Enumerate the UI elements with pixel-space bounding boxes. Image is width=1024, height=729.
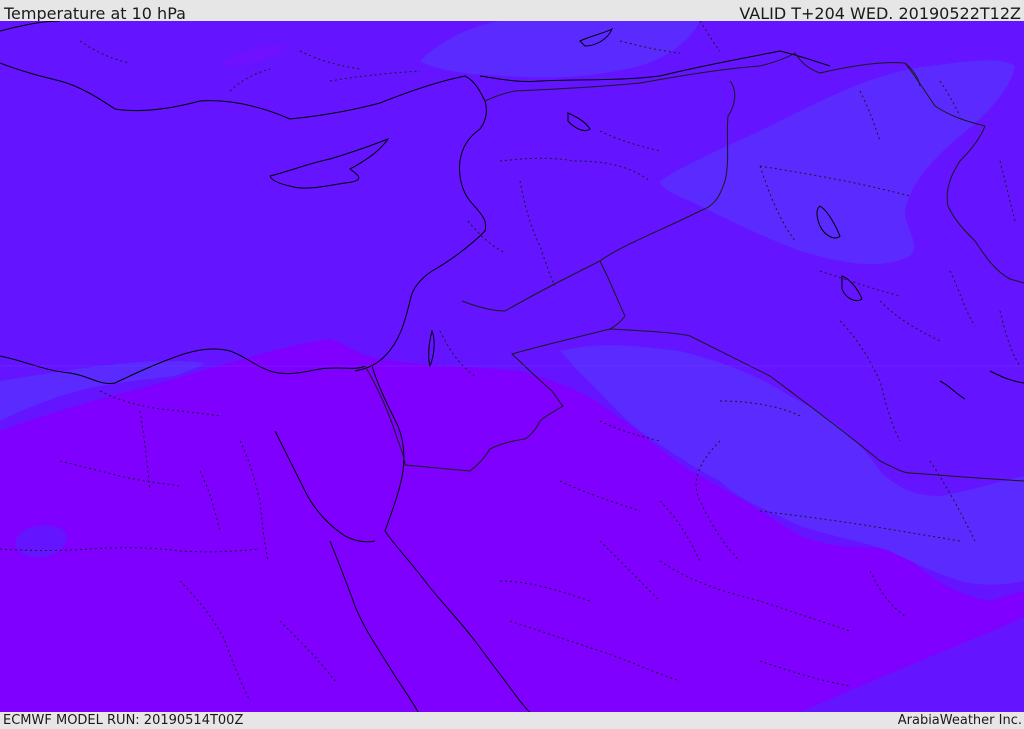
credit-label: ArabiaWeather Inc. — [897, 713, 1022, 728]
map-panel — [0, 21, 1024, 712]
model-run-label: ECMWF MODEL RUN: 20190514T00Z — [3, 713, 244, 728]
map-figure: Temperature at 10 hPa VALID T+204 WED. 2… — [0, 0, 1024, 729]
footer-bar: ECMWF MODEL RUN: 20190514T00Z ArabiaWeat… — [0, 712, 1024, 729]
map-canvas — [0, 21, 1024, 712]
header-bar: Temperature at 10 hPa VALID T+204 WED. 2… — [0, 0, 1024, 23]
